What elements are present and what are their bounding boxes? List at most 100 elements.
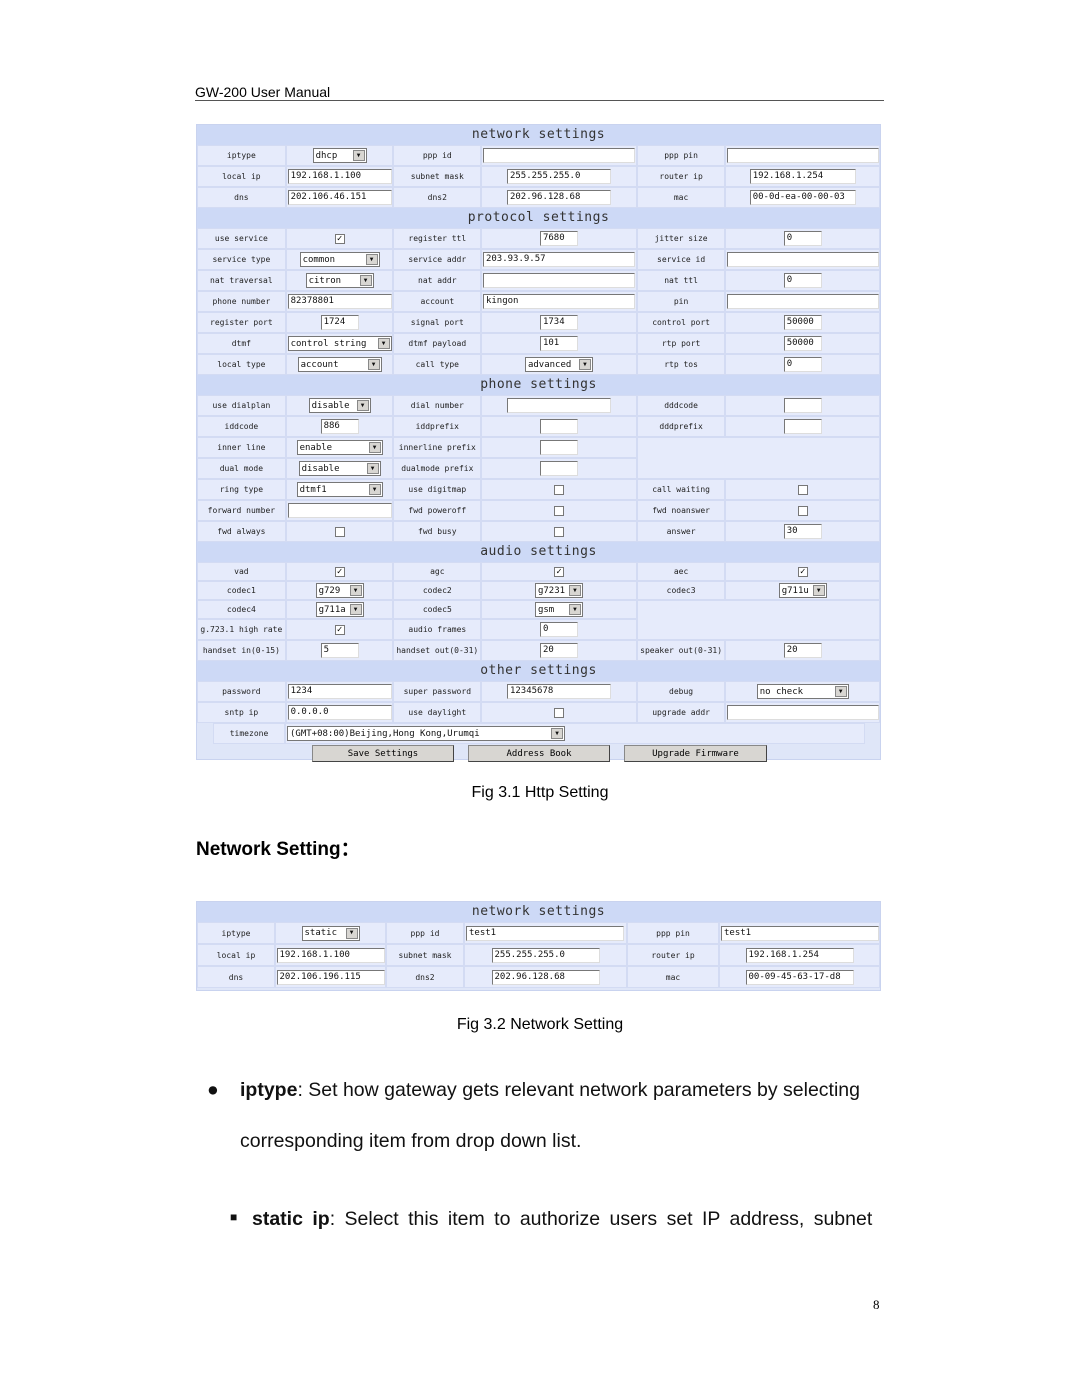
chevron-down-icon: ▼: [352, 150, 365, 161]
dtmf-payload-input[interactable]: 101: [539, 336, 578, 351]
agc-checkbox[interactable]: ✓: [553, 566, 564, 577]
network-settings-title: network settings: [197, 902, 880, 922]
router-ip-input[interactable]: 192.168.1.254: [745, 947, 854, 963]
codec1-label: codec1: [197, 581, 286, 600]
debug-select[interactable]: no check ▼: [756, 684, 849, 699]
dns-label: dns: [197, 966, 275, 988]
local-ip-input[interactable]: 192.168.1.100: [276, 947, 385, 963]
upgrade-addr-input[interactable]: [726, 705, 879, 720]
use-daylight-checkbox[interactable]: [553, 707, 564, 718]
ppp-pin-input[interactable]: test1: [721, 925, 879, 941]
signal-port-input[interactable]: 1734: [539, 315, 578, 330]
innerline-prefix-input[interactable]: [539, 440, 578, 455]
nat-ttl-input[interactable]: 0: [783, 273, 822, 288]
codec1-select[interactable]: g729 ▼: [315, 583, 364, 598]
ppp-id-input[interactable]: test1: [466, 925, 624, 941]
use-service-label: use service: [197, 228, 286, 249]
ppp-pin-input[interactable]: [726, 148, 879, 163]
phone-number-input[interactable]: 82378801: [287, 294, 392, 309]
dualmode-prefix-input[interactable]: [539, 461, 578, 476]
super-password-input[interactable]: 12345678: [506, 684, 611, 699]
fwd-always-checkbox[interactable]: [334, 526, 345, 537]
dns-input[interactable]: 202.106.196.115: [276, 969, 385, 985]
forward-number-input[interactable]: [287, 503, 392, 518]
dial-number-input[interactable]: [506, 398, 611, 413]
dtmf-select[interactable]: control string ▼: [287, 336, 392, 351]
vad-checkbox[interactable]: ✓: [334, 566, 345, 577]
iptype-select[interactable]: static ▼: [301, 925, 360, 941]
g7231-high-rate-checkbox[interactable]: ✓: [334, 624, 345, 635]
ppp-id-input[interactable]: [482, 148, 635, 163]
nat-ttl-label: nat ttl: [636, 270, 726, 291]
iddprefix-input[interactable]: [539, 419, 578, 434]
register-port-input[interactable]: 1724: [320, 315, 359, 330]
nat-traversal-select[interactable]: citron ▼: [305, 273, 374, 288]
account-input[interactable]: kingon: [482, 294, 635, 309]
answer-label: answer: [636, 521, 726, 542]
dtmf-label: dtmf: [197, 333, 286, 354]
inner-line-label: inner line: [197, 437, 286, 458]
mac-input[interactable]: 00-0d-ea-00-00-03: [749, 190, 856, 205]
call-type-select[interactable]: advanced ▼: [524, 357, 593, 372]
use-digitmap-checkbox[interactable]: [553, 484, 564, 495]
inner-line-select[interactable]: enable ▼: [296, 440, 383, 455]
speaker-out-label: speaker out(0-31): [636, 640, 726, 661]
local-ip-input[interactable]: 192.168.1.100: [287, 169, 392, 184]
control-port-input[interactable]: 50000: [783, 315, 822, 330]
router-ip-input[interactable]: 192.168.1.254: [749, 169, 856, 184]
codec5-select[interactable]: gsm ▼: [534, 602, 583, 617]
codec3-select[interactable]: g711u ▼: [778, 583, 827, 598]
dns-input[interactable]: 202.106.46.151: [287, 190, 392, 205]
answer-input[interactable]: 30: [783, 524, 822, 539]
jitter-size-input[interactable]: 0: [783, 231, 822, 246]
bullet-term: static ip: [252, 1208, 330, 1230]
chevron-down-icon: ▼: [345, 927, 358, 939]
dddcode-input[interactable]: [783, 398, 822, 413]
call-waiting-checkbox[interactable]: [797, 484, 808, 495]
handset-in-input[interactable]: 5: [320, 643, 359, 658]
dddprefix-input[interactable]: [783, 419, 822, 434]
service-addr-input[interactable]: 203.93.9.57: [482, 252, 635, 267]
codec4-select[interactable]: g711a ▼: [315, 602, 364, 617]
service-id-input[interactable]: [726, 252, 879, 267]
phone-number-label: phone number: [197, 291, 286, 312]
local-type-select[interactable]: account ▼: [297, 357, 382, 372]
mac-input[interactable]: 00-09-45-63-17-d8: [745, 969, 854, 985]
aec-checkbox[interactable]: ✓: [797, 566, 808, 577]
http-settings-screenshot: network settings iptype dhcp ▼ ppp id ppp…: [196, 124, 881, 762]
dns2-input[interactable]: 202.96.128.68: [491, 969, 600, 985]
ring-type-select[interactable]: dtmf1 ▼: [296, 482, 383, 497]
fwd-noanswer-label: fwd noanswer: [636, 500, 726, 521]
fwd-noanswer-checkbox[interactable]: [797, 505, 808, 516]
subnet-mask-input[interactable]: 255.255.255.0: [506, 169, 611, 184]
rtp-tos-input[interactable]: 0: [783, 357, 822, 372]
subnet-mask-input[interactable]: 255.255.255.0: [491, 947, 600, 963]
use-service-checkbox[interactable]: ✓: [334, 233, 345, 244]
address-book-button[interactable]: Address Book: [468, 745, 610, 762]
upgrade-firmware-button[interactable]: Upgrade Firmware: [624, 745, 767, 762]
service-type-select[interactable]: common ▼: [299, 252, 380, 267]
rtp-port-input[interactable]: 50000: [783, 336, 822, 351]
use-dialplan-select[interactable]: disable ▼: [308, 398, 371, 413]
register-ttl-input[interactable]: 7680: [539, 231, 578, 246]
speaker-out-input[interactable]: 20: [783, 643, 822, 658]
chevron-down-icon: ▼: [568, 585, 581, 596]
fwd-poweroff-checkbox[interactable]: [553, 505, 564, 516]
iptype-select[interactable]: dhcp ▼: [312, 148, 367, 163]
call-type-label: call type: [393, 354, 482, 375]
nat-addr-input[interactable]: [482, 273, 635, 288]
handset-out-input[interactable]: 20: [539, 643, 578, 658]
fwd-busy-checkbox[interactable]: [553, 526, 564, 537]
audio-frames-input[interactable]: 0: [539, 622, 578, 637]
save-settings-button[interactable]: Save Settings: [312, 745, 454, 762]
password-input[interactable]: 1234: [287, 684, 392, 699]
chevron-down-icon: ▼: [359, 275, 372, 286]
codec2-select[interactable]: g7231 ▼: [534, 583, 583, 598]
iddcode-input[interactable]: 886: [320, 419, 359, 434]
use-digitmap-label: use digitmap: [393, 479, 482, 500]
dual-mode-select[interactable]: disable ▼: [298, 461, 381, 476]
sntp-ip-input[interactable]: 0.0.0.0: [287, 705, 392, 720]
dns2-input[interactable]: 202.96.128.68: [506, 190, 611, 205]
pin-input[interactable]: [726, 294, 879, 309]
timezone-select[interactable]: (GMT+08:00)Beijing,Hong Kong,Urumqi ▼: [287, 726, 565, 741]
